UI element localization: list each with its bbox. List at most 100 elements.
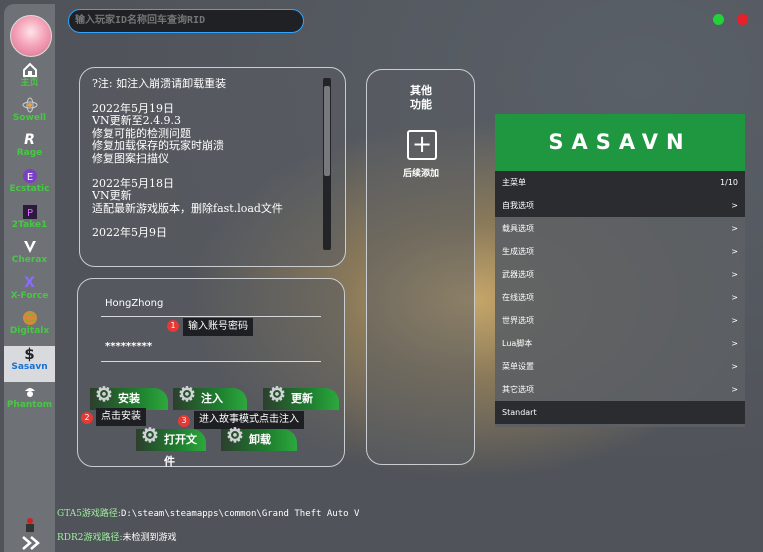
home-icon <box>21 62 39 78</box>
gear-icon: ⚙ <box>268 382 286 406</box>
tooltip-story-mode: 进入故事模式点击注入 <box>194 411 304 429</box>
other-functions-title: 其他 功能 <box>410 84 432 111</box>
chevron-right-icon: > <box>731 270 738 279</box>
sidebar-item-label: 2Take1 <box>11 220 48 230</box>
sidebar-item-sowell[interactable]: Sowell <box>4 97 55 133</box>
chevron-right-icon: > <box>731 362 738 371</box>
update-button-label: 更新 <box>291 392 313 405</box>
sidebar-item-cherax[interactable]: Cherax <box>4 239 55 275</box>
gear-icon: ⚙ <box>178 382 196 406</box>
pirate-icon <box>21 384 39 400</box>
menu-header-row: 主菜单 1/10 <box>495 171 745 194</box>
chevron-right-icon: > <box>731 385 738 394</box>
notes-paragraph: 2022年5月18日 VN更新 适配最新游戏版本，删除fast.load文件 <box>92 176 283 215</box>
search-input[interactable] <box>68 9 304 33</box>
step-badge: 2 <box>81 412 93 424</box>
sasavn-menu-preview: SASAVN 主菜单 1/10 自我选项 > 载具选项 > 生成选项 > 武器选项 > … <box>495 114 745 427</box>
inject-button[interactable]: ⚙ 注入 <box>173 382 247 410</box>
open-file-button[interactable]: ⚙ 打开文件 <box>136 423 206 468</box>
sidebar-item-xforce[interactable]: X X-Force <box>4 275 55 311</box>
sidebar-item-digitalx[interactable]: Digitalx <box>4 310 55 346</box>
sidebar-item-ecstatic[interactable]: E Ecstatic <box>4 168 55 204</box>
menu-item-label: 菜单设置 <box>502 362 534 371</box>
menu-item-world[interactable]: 世界选项 > <box>495 309 745 332</box>
menu-item-label: 在线选项 <box>502 293 534 302</box>
menu-item-vehicle[interactable]: 载具选项 > <box>495 217 745 240</box>
menu-header-label: 主菜单 <box>502 178 526 187</box>
inject-button-label: 注入 <box>201 392 223 405</box>
globe-icon <box>21 310 39 326</box>
username-field[interactable]: HongZhong <box>105 298 163 309</box>
add-later-label: 后续添加 <box>402 169 439 179</box>
chevron-right-icon: > <box>731 224 738 233</box>
open-file-button-label: 打开文件 <box>164 433 197 468</box>
sidebar-item-label: 主页 <box>20 78 39 88</box>
sidebar-item-phantom[interactable]: Phantom <box>4 384 55 420</box>
app-window: 主页 Sowell R Rage E Ecstatic P 2Take1 Che… <box>0 0 763 552</box>
chevron-right-icon: > <box>731 339 738 348</box>
menu-item-label: 武器选项 <box>502 270 534 279</box>
notes-scrollbar[interactable] <box>323 78 331 250</box>
e-logo-icon: E <box>21 168 39 184</box>
window-close-dot[interactable] <box>737 14 748 25</box>
password-underline <box>101 361 321 362</box>
sidebar-item-rage[interactable]: R Rage <box>4 132 55 168</box>
menu-item-label: Lua脚本 <box>502 339 533 348</box>
rdr2-path-value[interactable]: 未检测到游戏 <box>123 533 177 543</box>
gta5-path-value[interactable]: D:\steam\steamapps\common\Grand Theft Au… <box>121 509 359 519</box>
atom-icon <box>21 97 39 113</box>
sidebar-item-sasavn[interactable]: $ Sasavn <box>4 346 55 382</box>
menu-footer-label: Standart <box>502 408 537 417</box>
menu-item-weapon[interactable]: 武器选项 > <box>495 263 745 286</box>
menu-item-self[interactable]: 自我选项 > <box>495 194 745 217</box>
add-icon[interactable]: + <box>407 130 437 160</box>
menu-item-lua[interactable]: Lua脚本 > <box>495 332 745 355</box>
step-badge: 1 <box>167 320 179 332</box>
sidebar-item-home[interactable]: 主页 <box>4 62 55 98</box>
gear-icon: ⚙ <box>141 423 159 447</box>
sidebar-item-label: Ecstatic <box>9 184 50 194</box>
update-button[interactable]: ⚙ 更新 <box>263 382 339 410</box>
window-status-green-dot[interactable] <box>713 14 724 25</box>
expand-icon[interactable] <box>20 535 42 551</box>
sidebar-item-label: Phantom <box>6 400 53 410</box>
gear-icon: ⚙ <box>226 423 244 447</box>
menu-item-online[interactable]: 在线选项 > <box>495 286 745 309</box>
menu-item-label: 载具选项 <box>502 224 534 233</box>
install-button[interactable]: ⚙ 安装 <box>90 382 168 410</box>
sidebar-item-label: Rage <box>16 148 43 158</box>
password-field[interactable]: ********* <box>105 341 152 352</box>
menu-item-spawn[interactable]: 生成选项 > <box>495 240 745 263</box>
chevron-right-icon: > <box>731 293 738 302</box>
chevron-right-icon: > <box>731 316 738 325</box>
gta5-path-label: GTA5游戏路径: <box>57 509 121 519</box>
sidebar-item-label: X-Force <box>10 291 49 301</box>
menu-item-settings[interactable]: 菜单设置 > <box>495 355 745 378</box>
notes-scroll-thumb[interactable] <box>324 86 330 176</box>
login-panel: HongZhong 1 输入账号密码 ********* ⚙ 安装 ⚙ 注入 ⚙ 更新… <box>77 278 345 468</box>
menu-page-indicator: 1/10 <box>720 178 738 187</box>
avatar[interactable] <box>10 15 52 57</box>
update-notes-panel: ?注: 如注入崩溃请卸载重装 2022年5月19日 VN更新至2.4.9.3 修… <box>79 67 346 267</box>
menu-item-misc[interactable]: 其它选项 > <box>495 378 745 401</box>
menu-item-label: 其它选项 <box>502 385 534 394</box>
notes-paragraph: 2022年5月9日 <box>92 226 167 240</box>
gta5-path-row: GTA5游戏路径:D:\steam\steamapps\common\Grand… <box>57 506 359 519</box>
character-icon <box>21 516 39 534</box>
svg-text:E: E <box>26 172 32 183</box>
menu-footer-row: Standart <box>495 401 745 424</box>
uninstall-button[interactable]: ⚙ 卸载 <box>221 423 297 451</box>
step-badge: 3 <box>178 415 190 427</box>
menu-item-label: 世界选项 <box>502 316 534 325</box>
p-logo-icon: P <box>21 204 39 220</box>
r-logo-icon: R <box>24 132 35 148</box>
menu-brand-banner: SASAVN <box>495 114 745 171</box>
update-notes: ?注: 如注入崩溃请卸载重装 2022年5月19日 VN更新至2.4.9.3 修… <box>92 78 318 253</box>
rdr2-path-row: RDR2游戏路径:未检测到游戏 <box>57 530 177 543</box>
chevron-right-icon: > <box>731 201 738 210</box>
x-logo-icon: X <box>24 275 35 291</box>
sidebar: 主页 Sowell R Rage E Ecstatic P 2Take1 Che… <box>4 4 55 552</box>
sidebar-item-2take1[interactable]: P 2Take1 <box>4 204 55 240</box>
tooltip-account: 输入账号密码 <box>183 318 253 336</box>
notes-paragraph: ?注: 如注入崩溃请卸载重装 <box>92 78 227 90</box>
